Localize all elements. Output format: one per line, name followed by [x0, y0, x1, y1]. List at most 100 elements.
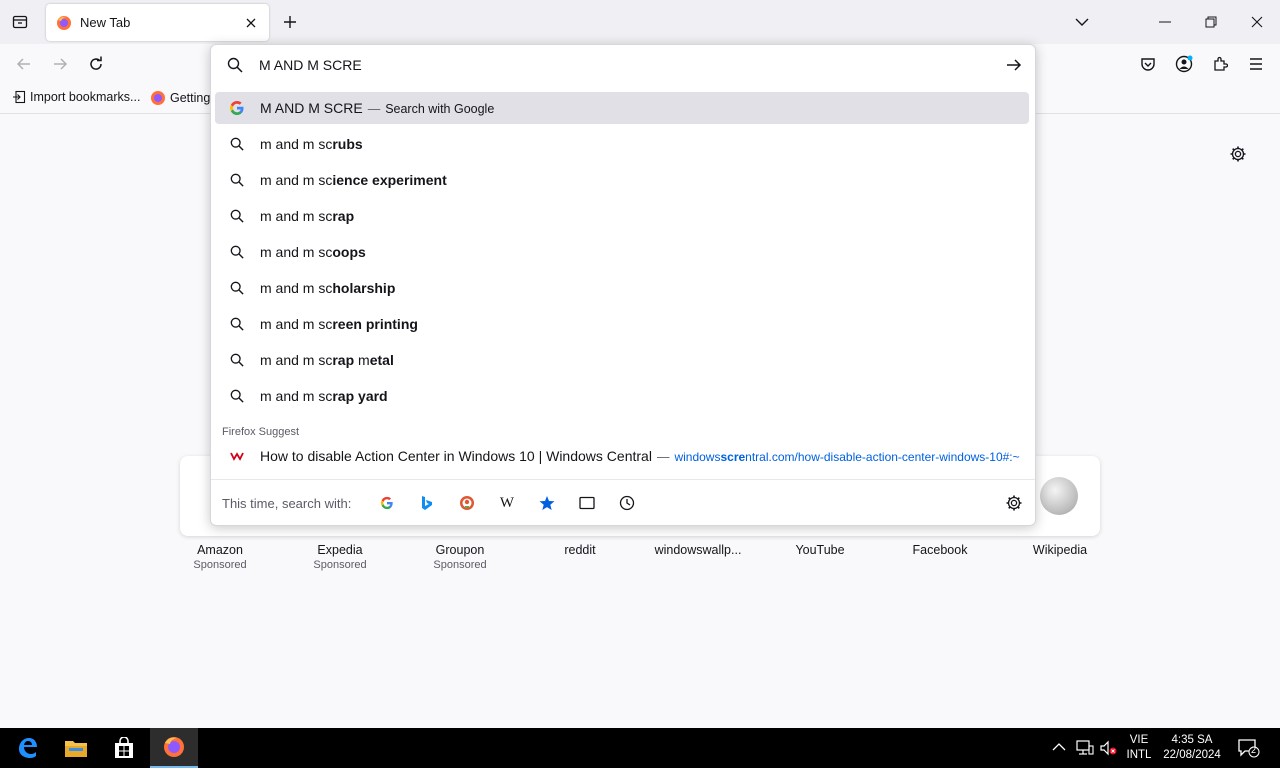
tile-name: Wikipedia: [1032, 543, 1088, 557]
newtab-settings-gear-icon[interactable]: [1229, 145, 1249, 165]
back-arrow-icon[interactable]: [12, 52, 36, 76]
list-all-tabs-chevron-icon[interactable]: [1068, 8, 1096, 36]
tile-sponsored: Sponsored: [433, 559, 487, 571]
keyboard-layout: INTL: [1126, 749, 1152, 761]
tile-name: Groupon: [435, 543, 485, 557]
search-suggestion[interactable]: m and m scrap yard: [215, 380, 1029, 412]
tile-name: YouTube: [795, 543, 845, 557]
urlbar-input-row[interactable]: M AND M SCRE: [211, 45, 1035, 85]
history-clock-icon[interactable]: [616, 492, 638, 514]
tile-name: Expedia: [317, 543, 363, 557]
action-center-icon[interactable]: 2: [1238, 738, 1262, 758]
one-off-search-bar: This time, search with: W: [211, 479, 1035, 525]
suggestion-text: m and m screen printing: [260, 316, 418, 332]
top-site-tile[interactable]: YouTube: [770, 543, 870, 557]
suggestion-completion: oops: [332, 244, 366, 260]
suggestion-text: m and m scrap yard: [260, 388, 388, 404]
search-icon: [227, 57, 243, 73]
top-site-tile[interactable]: Amazon Sponsored: [170, 543, 270, 571]
input-language[interactable]: VIE INTL: [1124, 733, 1154, 763]
suggestion-typed: m and m sc: [260, 388, 333, 404]
search-icon: [229, 280, 245, 296]
new-tab-plus-icon[interactable]: [278, 10, 302, 34]
restore-icon[interactable]: [1197, 8, 1225, 36]
top-site-tile[interactable]: reddit: [530, 543, 630, 557]
search-icon: [229, 316, 245, 332]
bookmark-import[interactable]: Import bookmarks...: [12, 90, 140, 104]
search-suggestion[interactable]: m and m scrap metal: [215, 344, 1029, 376]
search-icon: [229, 352, 245, 368]
top-site-tile[interactable]: windowswallp...: [648, 543, 748, 557]
search-suggestion[interactable]: m and m scoops: [215, 236, 1029, 268]
tile-name: windowswallp...: [654, 543, 742, 557]
file-explorer-taskbar-icon[interactable]: [52, 728, 100, 768]
suggestion-completion: holarship: [332, 280, 396, 296]
bookmarks-star-icon[interactable]: [536, 492, 558, 514]
firefox-view-button[interactable]: [8, 10, 32, 34]
search-suggestion[interactable]: m and m scrap: [215, 200, 1029, 232]
close-tab-icon[interactable]: [243, 15, 259, 31]
reload-icon[interactable]: [84, 52, 108, 76]
suggestion-text: m and m scrubs: [260, 136, 363, 152]
tray-chevron-up-icon[interactable]: [1052, 740, 1066, 755]
hamburger-menu-icon[interactable]: [1244, 52, 1268, 76]
edge-taskbar-icon[interactable]: [4, 728, 52, 768]
language-code: VIE: [1129, 734, 1149, 746]
import-icon: [13, 90, 26, 104]
top-site-tile[interactable]: Expedia Sponsored: [290, 543, 390, 571]
wikipedia-engine-icon[interactable]: W: [496, 492, 518, 514]
tile-sponsored: Sponsored: [313, 559, 367, 571]
firefox-suggest-result[interactable]: How to disable Action Center in Windows …: [215, 440, 1029, 472]
top-site-tile[interactable]: Wikipedia: [1010, 543, 1110, 557]
clock[interactable]: 4:35 SA 22/08/2024: [1160, 733, 1224, 763]
suggestion-dash: —: [656, 450, 670, 464]
pocket-icon[interactable]: [1136, 52, 1160, 76]
firefox-taskbar-icon[interactable]: [150, 728, 198, 768]
suggest-text: How to disable Action Center in Windows …: [260, 448, 1020, 464]
notification-count: 2: [1251, 745, 1257, 755]
tile-name: Amazon: [197, 543, 243, 557]
suggestion-typed: m and m sc: [260, 352, 333, 368]
search-suggestion[interactable]: m and m scholarship: [215, 272, 1029, 304]
suggestion-text: m and m scrap metal: [260, 352, 394, 368]
extensions-icon[interactable]: [1208, 52, 1232, 76]
clock-date: 22/08/2024: [1163, 749, 1221, 761]
suggestion-typed: M AND M SCRE: [260, 100, 363, 116]
tile-sponsored: Sponsored: [193, 559, 247, 571]
minimize-icon[interactable]: [1151, 8, 1179, 36]
forward-arrow-icon[interactable]: [48, 52, 72, 76]
suggestion-typed: m and m sc: [260, 244, 333, 260]
top-site-tile[interactable]: Groupon Sponsored: [410, 543, 510, 571]
tab-title: New Tab: [80, 15, 131, 30]
tabs-icon[interactable]: [576, 492, 598, 514]
go-arrow-icon[interactable]: [1005, 56, 1023, 74]
account-icon[interactable]: [1172, 52, 1196, 76]
suggestion-typed: m and m sc: [260, 316, 333, 332]
tab-new-tab[interactable]: New Tab: [46, 4, 269, 41]
suggest-url: windowsscrentral.com/how-disable-action-…: [674, 450, 1019, 464]
close-window-icon[interactable]: [1243, 8, 1271, 36]
suggestion-text: m and m scholarship: [260, 280, 395, 296]
urlbar-input[interactable]: M AND M SCRE: [259, 57, 362, 73]
store-taskbar-icon[interactable]: [100, 728, 148, 768]
urlbar-popup: M AND M SCRE M AND M SCRE — Search with Go…: [210, 44, 1036, 526]
search-suggestion[interactable]: m and m science experiment: [215, 164, 1029, 196]
url-part: /how-disable-action-center-windows-10#:~: [794, 450, 1020, 464]
suggestion-dash: —: [367, 102, 381, 116]
search-suggestion[interactable]: m and m screen printing: [215, 308, 1029, 340]
search-settings-gear-icon[interactable]: [1005, 494, 1023, 515]
bookmark-getting-started[interactable]: Getting: [150, 90, 210, 106]
volume-muted-icon[interactable]: [1100, 740, 1118, 759]
network-icon[interactable]: [1076, 740, 1094, 759]
bookmark-label: Getting: [170, 91, 211, 105]
bing-engine-icon[interactable]: [416, 492, 438, 514]
google-engine-icon[interactable]: [376, 492, 398, 514]
firefox-suggest-label: Firefox Suggest: [222, 426, 300, 438]
suggestion-typed: m and m sc: [260, 208, 333, 224]
search-suggestion[interactable]: m and m scrubs: [215, 128, 1029, 160]
search-suggestion-google[interactable]: M AND M SCRE — Search with Google: [215, 92, 1029, 124]
top-site-tile[interactable]: Facebook: [890, 543, 990, 557]
suggestion-typed: m and m sc: [260, 172, 333, 188]
wikipedia-globe-icon[interactable]: [1040, 477, 1078, 515]
duckduckgo-engine-icon[interactable]: [456, 492, 478, 514]
